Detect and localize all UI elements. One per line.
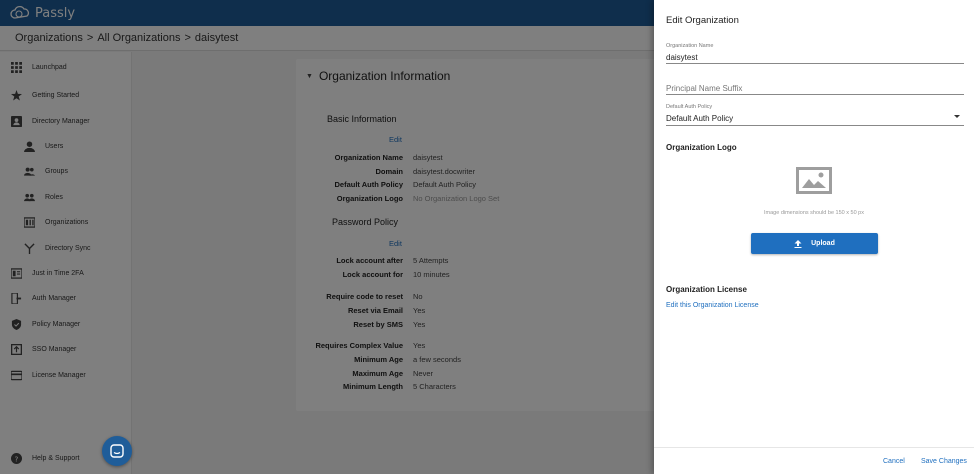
upload-label: Upload: [811, 240, 835, 247]
upload-icon: [794, 239, 802, 248]
org-name-label: Organization Name: [666, 43, 714, 49]
edit-license-link[interactable]: Edit this Organization License: [666, 302, 759, 309]
auth-policy-select[interactable]: Default Auth Policy: [666, 114, 733, 123]
organization-license-title: Organization License: [666, 285, 747, 294]
logo-dimension-hint: Image dimensions should be 150 x 50 px: [764, 210, 864, 216]
save-changes-button[interactable]: Save Changes: [921, 458, 967, 465]
auth-policy-label: Default Auth Policy: [666, 104, 713, 110]
suffix-underline: [666, 94, 964, 95]
modal-backdrop[interactable]: [0, 0, 654, 474]
drawer-footer: Cancel Save Changes: [654, 447, 974, 474]
chat-icon: [110, 444, 124, 458]
dropdown-arrow-icon[interactable]: [954, 115, 960, 118]
org-name-field[interactable]: daisytest: [666, 53, 698, 62]
chat-launcher-button[interactable]: [102, 436, 132, 466]
organization-logo-title: Organization Logo: [666, 143, 737, 152]
cancel-button[interactable]: Cancel: [883, 458, 905, 465]
drawer-title: Edit Organization: [666, 15, 739, 26]
org-name-underline: [666, 63, 964, 64]
auth-policy-underline: [666, 125, 964, 126]
image-placeholder-icon: [796, 167, 832, 194]
principal-name-suffix-input[interactable]: Principal Name Suffix: [666, 84, 742, 93]
edit-organization-drawer: Edit Organization Organization Name dais…: [654, 0, 974, 474]
upload-button[interactable]: Upload: [751, 233, 878, 254]
